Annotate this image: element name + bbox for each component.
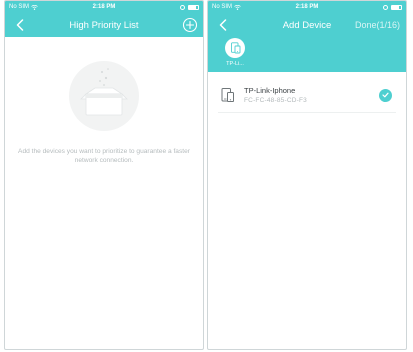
chevron-left-icon <box>16 19 24 31</box>
page-title: High Priority List <box>69 19 139 31</box>
battery-icon <box>188 4 199 10</box>
status-time: 2:18 PM <box>295 4 319 10</box>
phone-device-icon <box>230 42 240 54</box>
chevron-left-icon <box>219 19 227 31</box>
chip-label: TP-Li... <box>226 61 244 67</box>
back-button[interactable] <box>216 18 230 32</box>
device-info: TP-Link-Iphone FC-FC-48-85-CD-F3 <box>244 86 379 104</box>
status-time: 2:18 PM <box>92 4 116 10</box>
empty-state-text: Add the devices you want to prioritize t… <box>18 148 190 164</box>
status-bar: No SIM 2:18 PM <box>208 1 406 13</box>
checkmark-icon[interactable] <box>379 88 392 102</box>
device-name: TP-Link-Iphone <box>244 86 296 95</box>
selected-device-chip[interactable]: TP-Li... <box>224 38 246 67</box>
device-mac: FC-FC-48-85-CD-F3 <box>244 97 307 104</box>
nav-bar: Add Device Done(1/16) <box>208 13 406 37</box>
page-title: Add Device <box>282 19 332 31</box>
add-device-screen: No SIM 2:18 PM Add Device Done(1/16) TP-… <box>207 0 407 350</box>
done-button[interactable]: Done(1/16) <box>355 13 400 37</box>
nav-bar: High Priority List <box>5 13 203 37</box>
high-priority-list-screen: No SIM 2:18 PM High Priority List Add th… <box>4 0 204 350</box>
empty-box-icon <box>69 61 139 131</box>
empty-state: Add the devices you want to prioritize t… <box>5 61 203 165</box>
status-bar: No SIM 2:18 PM <box>5 1 203 13</box>
battery-icon <box>391 4 402 10</box>
divider <box>218 112 396 113</box>
chip-avatar <box>225 38 245 58</box>
back-button[interactable] <box>13 18 27 32</box>
add-device-button[interactable] <box>182 17 198 33</box>
selected-devices-strip: TP-Li... <box>208 37 406 72</box>
device-row[interactable]: TP-Link-Iphone FC-FC-48-85-CD-F3 <box>208 78 406 112</box>
phone-device-icon <box>221 88 234 102</box>
